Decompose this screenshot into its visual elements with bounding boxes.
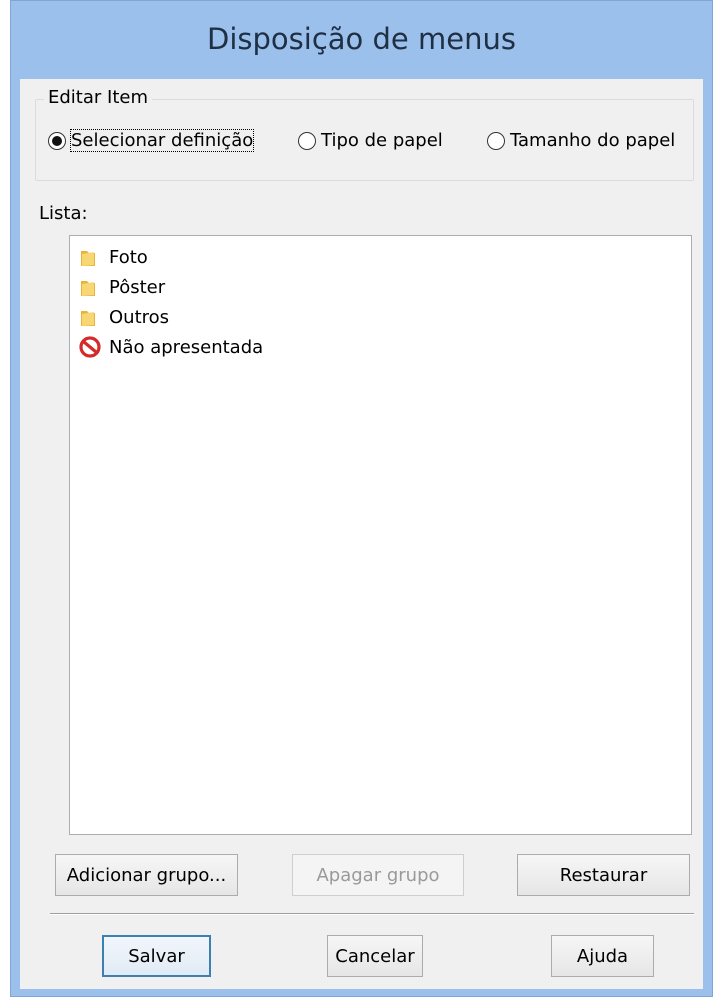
delete-group-button[interactable]: Apagar grupo xyxy=(292,854,464,896)
edit-item-group: Editar Item Selecionar definição Tipo de… xyxy=(35,87,694,181)
list-item-foto[interactable]: Foto xyxy=(79,242,148,272)
dialog-window: Disposição de menus Editar Item Selecion… xyxy=(10,0,713,997)
radio-circle-selected xyxy=(48,131,66,150)
radio-label-paper-type: Tipo de papel xyxy=(321,130,443,151)
list-label: Lista: xyxy=(39,203,88,224)
title-bar[interactable]: Disposição de menus xyxy=(11,1,712,79)
cancel-button[interactable]: Cancelar xyxy=(327,935,423,977)
list-item-label: Foto xyxy=(109,246,148,268)
restore-button[interactable]: Restaurar xyxy=(517,854,690,896)
help-button[interactable]: Ajuda xyxy=(551,935,654,977)
radio-circle xyxy=(487,131,505,150)
list-item-outros[interactable]: Outros xyxy=(79,302,169,332)
folder-icon xyxy=(79,306,101,328)
menu-list[interactable]: Foto Pôster Outros Não apresentada xyxy=(69,235,692,835)
radio-label-select-definition: Selecionar definição xyxy=(69,129,255,152)
radio-paper-size[interactable]: Tamanho do papel xyxy=(487,130,675,151)
no-entry-icon xyxy=(79,336,101,358)
radio-circle xyxy=(298,131,316,150)
separator xyxy=(50,913,694,915)
radio-paper-type[interactable]: Tipo de papel xyxy=(298,130,443,151)
add-group-button[interactable]: Adicionar grupo... xyxy=(55,854,238,896)
list-item-label: Não apresentada xyxy=(109,336,264,358)
dialog-body: Editar Item Selecionar definição Tipo de… xyxy=(20,79,703,989)
list-item-label: Pôster xyxy=(109,276,166,298)
list-item-poster[interactable]: Pôster xyxy=(79,272,165,302)
folder-icon xyxy=(79,246,101,268)
list-item-nao-apresentada[interactable]: Não apresentada xyxy=(79,332,263,362)
save-button[interactable]: Salvar xyxy=(102,935,211,977)
radio-select-definition[interactable]: Selecionar definição xyxy=(48,129,255,152)
radio-label-paper-size: Tamanho do papel xyxy=(510,130,676,151)
edit-item-group-label: Editar Item xyxy=(44,87,152,108)
window-title: Disposição de menus xyxy=(207,22,516,56)
list-item-label: Outros xyxy=(109,306,170,328)
folder-icon xyxy=(79,276,101,298)
